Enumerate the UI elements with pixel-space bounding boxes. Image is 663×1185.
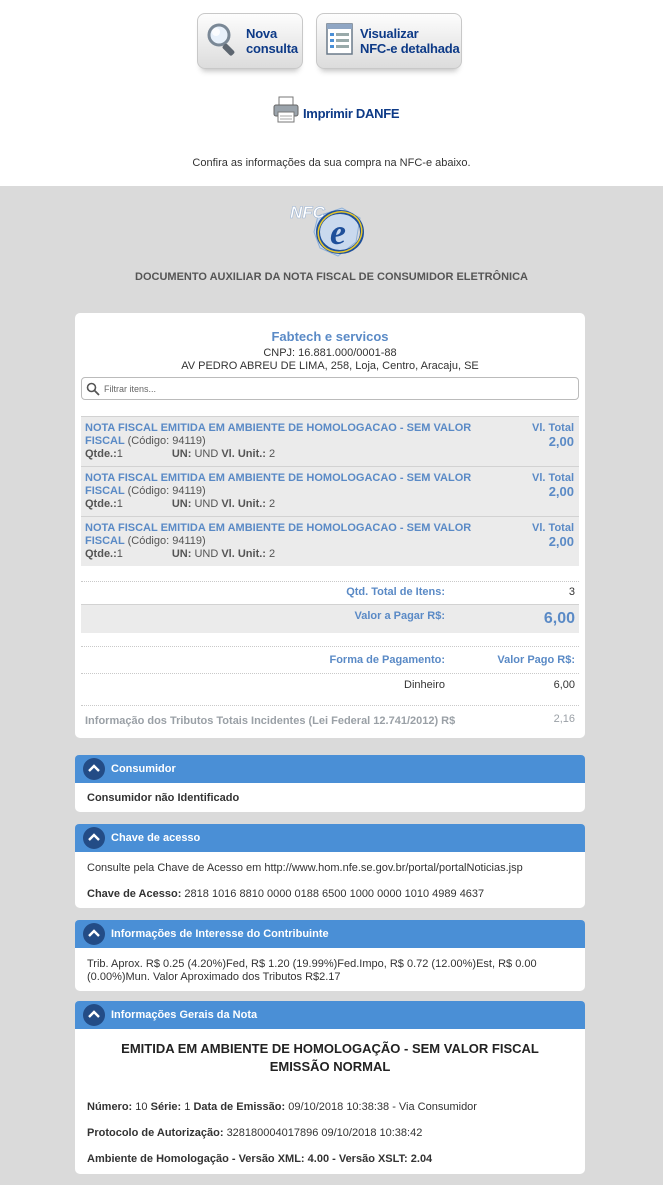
- consumidor-section-title: Consumidor: [111, 763, 176, 775]
- tributos-value: 2,16: [553, 713, 575, 725]
- company-name: Fabtech e servicos: [271, 329, 389, 344]
- qtd-total-label: Qtd. Total de Itens:: [346, 586, 445, 598]
- visualizar-nfce-button[interactable]: Visualizar NFC-e detalhada: [316, 13, 462, 69]
- contribuinte-section-title: Informações de Interesse do Contribuinte: [111, 928, 329, 940]
- item-total-value: 2,00: [548, 434, 574, 449]
- chevron-up-icon[interactable]: [83, 923, 105, 945]
- chave-consulte-text: Consulte pela Chave de Acesso em http://…: [87, 862, 523, 874]
- imprimir-danfe-label: Imprimir DANFE: [303, 106, 400, 121]
- consumidor-section-header[interactable]: Consumidor: [75, 755, 585, 783]
- divider: [81, 646, 579, 647]
- pagamento-tipo: Dinheiro: [404, 679, 445, 691]
- valor-pagar-value: 6,00: [543, 610, 575, 627]
- item-description: NOTA FISCAL EMITIDA EM AMBIENTE DE HOMOL…: [85, 422, 472, 447]
- contribuinte-section-header[interactable]: Informações de Interesse do Contribuinte: [75, 920, 585, 948]
- item-description: NOTA FISCAL EMITIDA EM AMBIENTE DE HOMOL…: [85, 522, 472, 547]
- valor-pagar-label: Valor a Pagar R$:: [354, 610, 446, 622]
- item-total-value: 2,00: [548, 484, 574, 499]
- emissao-normal-heading: EMISSÃO NORMAL: [269, 1059, 391, 1074]
- company-cnpj: CNPJ: 16.881.000/0001-88: [263, 347, 397, 359]
- item-quantity-line: Qtde.:1 UN: UND Vl. Unit.: 2: [85, 498, 276, 510]
- chave-acesso-section-header[interactable]: Chave de acesso: [75, 824, 585, 852]
- item-total-label: Vl. Total: [532, 422, 574, 434]
- filter-items-input[interactable]: [104, 380, 574, 397]
- chevron-up-icon[interactable]: [83, 827, 105, 849]
- company-address: AV PEDRO ABREU DE LIMA, 258, Loja, Centr…: [181, 360, 479, 372]
- consumidor-section: Consumidor Consumidor não Identificado: [75, 755, 585, 812]
- list-item[interactable]: NOTA FISCAL EMITIDA EM AMBIENTE DE HOMOL…: [81, 416, 579, 466]
- confira-text: Confira as informações da sua compra na …: [192, 157, 471, 169]
- contribuinte-line-1: Trib. Aprox. R$ 0.25 (4.20%)Fed, R$ 1.20…: [87, 958, 537, 970]
- informacoes-gerais-section-header[interactable]: Informações Gerais da Nota: [75, 1001, 585, 1029]
- filter-items-field[interactable]: [81, 377, 579, 400]
- divider: [81, 705, 579, 706]
- chave-acesso-section: Chave de acesso Consulte pela Chave de A…: [75, 824, 585, 908]
- document-list-icon: [326, 23, 353, 55]
- item-total-label: Vl. Total: [532, 472, 574, 484]
- consumidor-text: Consumidor não Identificado: [87, 792, 240, 804]
- forma-pagamento-label: Forma de Pagamento:: [329, 654, 445, 666]
- informacoes-gerais-section: Informações Gerais da Nota EMITIDA EM AM…: [75, 1001, 585, 1174]
- protocolo-line: Protocolo de Autorização: 32818000401789…: [87, 1127, 423, 1139]
- pagamento-valor: 6,00: [553, 679, 575, 691]
- top-toolbar: Nova consulta Visualizar NFC-e detalhada…: [0, 0, 663, 186]
- divider: [81, 581, 579, 582]
- divider: [81, 673, 579, 674]
- item-code: (Código: 94119): [127, 435, 206, 447]
- item-code: (Código: 94119): [127, 485, 206, 497]
- chevron-up-icon[interactable]: [83, 1004, 105, 1026]
- nfce-document-area: NFC e DOCUMENTO AUXILIAR DA NOTA FISCAL …: [0, 186, 663, 1185]
- nfce-summary-card: Fabtech e servicos CNPJ: 16.881.000/0001…: [75, 313, 585, 738]
- contribuinte-line-2: (0.00%)Mun. Valor Aproximado dos Tributo…: [87, 971, 341, 983]
- item-quantity-line: Qtde.:1 UN: UND Vl. Unit.: 2: [85, 448, 276, 460]
- list-item[interactable]: NOTA FISCAL EMITIDA EM AMBIENTE DE HOMOL…: [81, 466, 579, 516]
- document-title: DOCUMENTO AUXILIAR DA NOTA FISCAL DE CON…: [135, 271, 528, 283]
- item-total-label: Vl. Total: [532, 522, 574, 534]
- chave-acesso-line: Chave de Acesso: 2818 1016 8810 0000 018…: [87, 888, 485, 900]
- chave-acesso-value: 2818 1016 8810 0000 0188 6500 1000 0000 …: [184, 888, 485, 900]
- list-item[interactable]: NOTA FISCAL EMITIDA EM AMBIENTE DE HOMOL…: [81, 516, 579, 566]
- valor-pago-label: Valor Pago R$:: [497, 654, 575, 666]
- qtd-total-value: 3: [568, 586, 575, 598]
- item-total-value: 2,00: [548, 534, 574, 549]
- visualizar-nfce-label: Visualizar NFC-e detalhada: [360, 26, 460, 56]
- contribuinte-section: Informações de Interesse do Contribuinte…: [75, 920, 585, 991]
- magnifier-icon: [207, 23, 235, 56]
- svg-text:e: e: [330, 212, 346, 252]
- nova-consulta-button[interactable]: Nova consulta: [197, 13, 303, 69]
- search-icon: [86, 382, 100, 396]
- item-description: NOTA FISCAL EMITIDA EM AMBIENTE DE HOMOL…: [85, 472, 472, 497]
- nova-consulta-label: Nova consulta: [246, 26, 298, 56]
- numero-serie-line: Número: 10 Série: 1 Data de Emissão: 09/…: [87, 1101, 477, 1113]
- item-code: (Código: 94119): [127, 535, 206, 547]
- printer-icon: [273, 96, 299, 123]
- item-quantity-line: Qtde.:1 UN: UND Vl. Unit.: 2: [85, 548, 276, 560]
- chave-acesso-section-title: Chave de acesso: [111, 832, 201, 844]
- chevron-up-icon[interactable]: [83, 758, 105, 780]
- informacoes-gerais-section-title: Informações Gerais da Nota: [111, 1009, 258, 1021]
- svg-text:NFC: NFC: [290, 203, 326, 222]
- tributos-label: Informação dos Tributos Totais Incidente…: [85, 715, 456, 727]
- ambiente-line: Ambiente de Homologação - Versão XML: 4.…: [87, 1153, 433, 1165]
- homologacao-heading: EMITIDA EM AMBIENTE DE HOMOLOGAÇÃO - SEM…: [121, 1041, 539, 1056]
- valor-pagar-row: Valor a Pagar R$: 6,00: [81, 604, 579, 633]
- nfce-logo: NFC e: [290, 203, 364, 257]
